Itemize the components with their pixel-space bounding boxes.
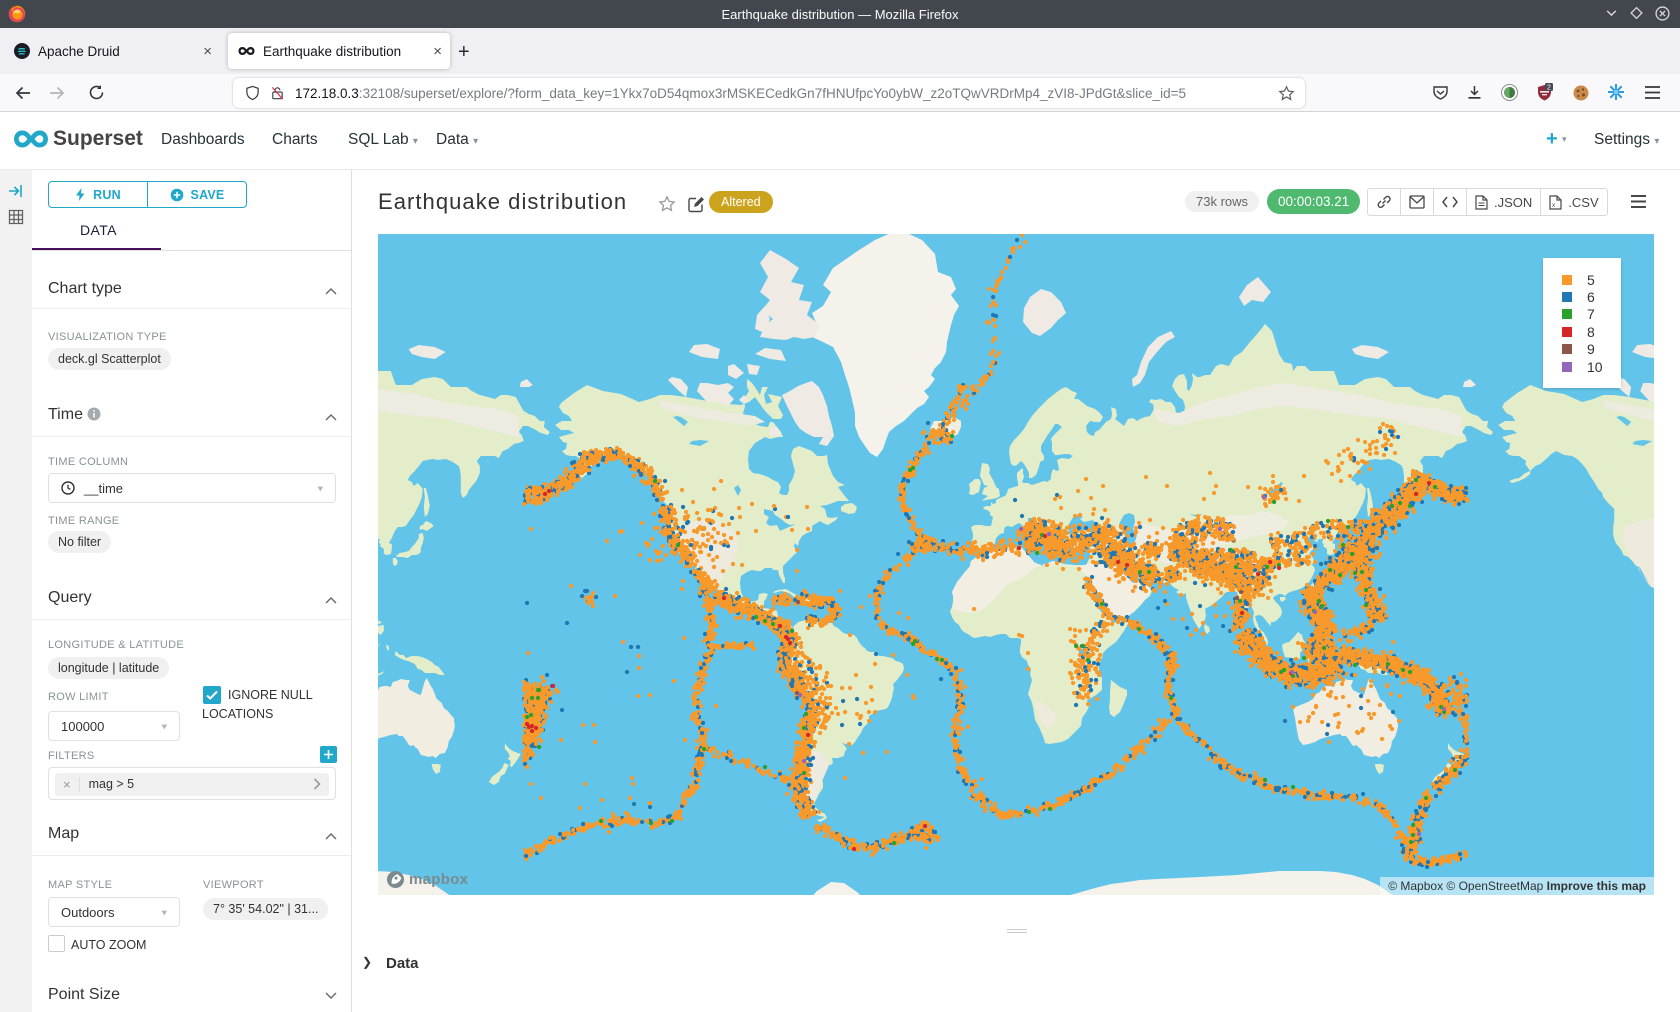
svg-text:x: x: [1552, 202, 1556, 209]
svg-text:2: 2: [1547, 84, 1551, 91]
